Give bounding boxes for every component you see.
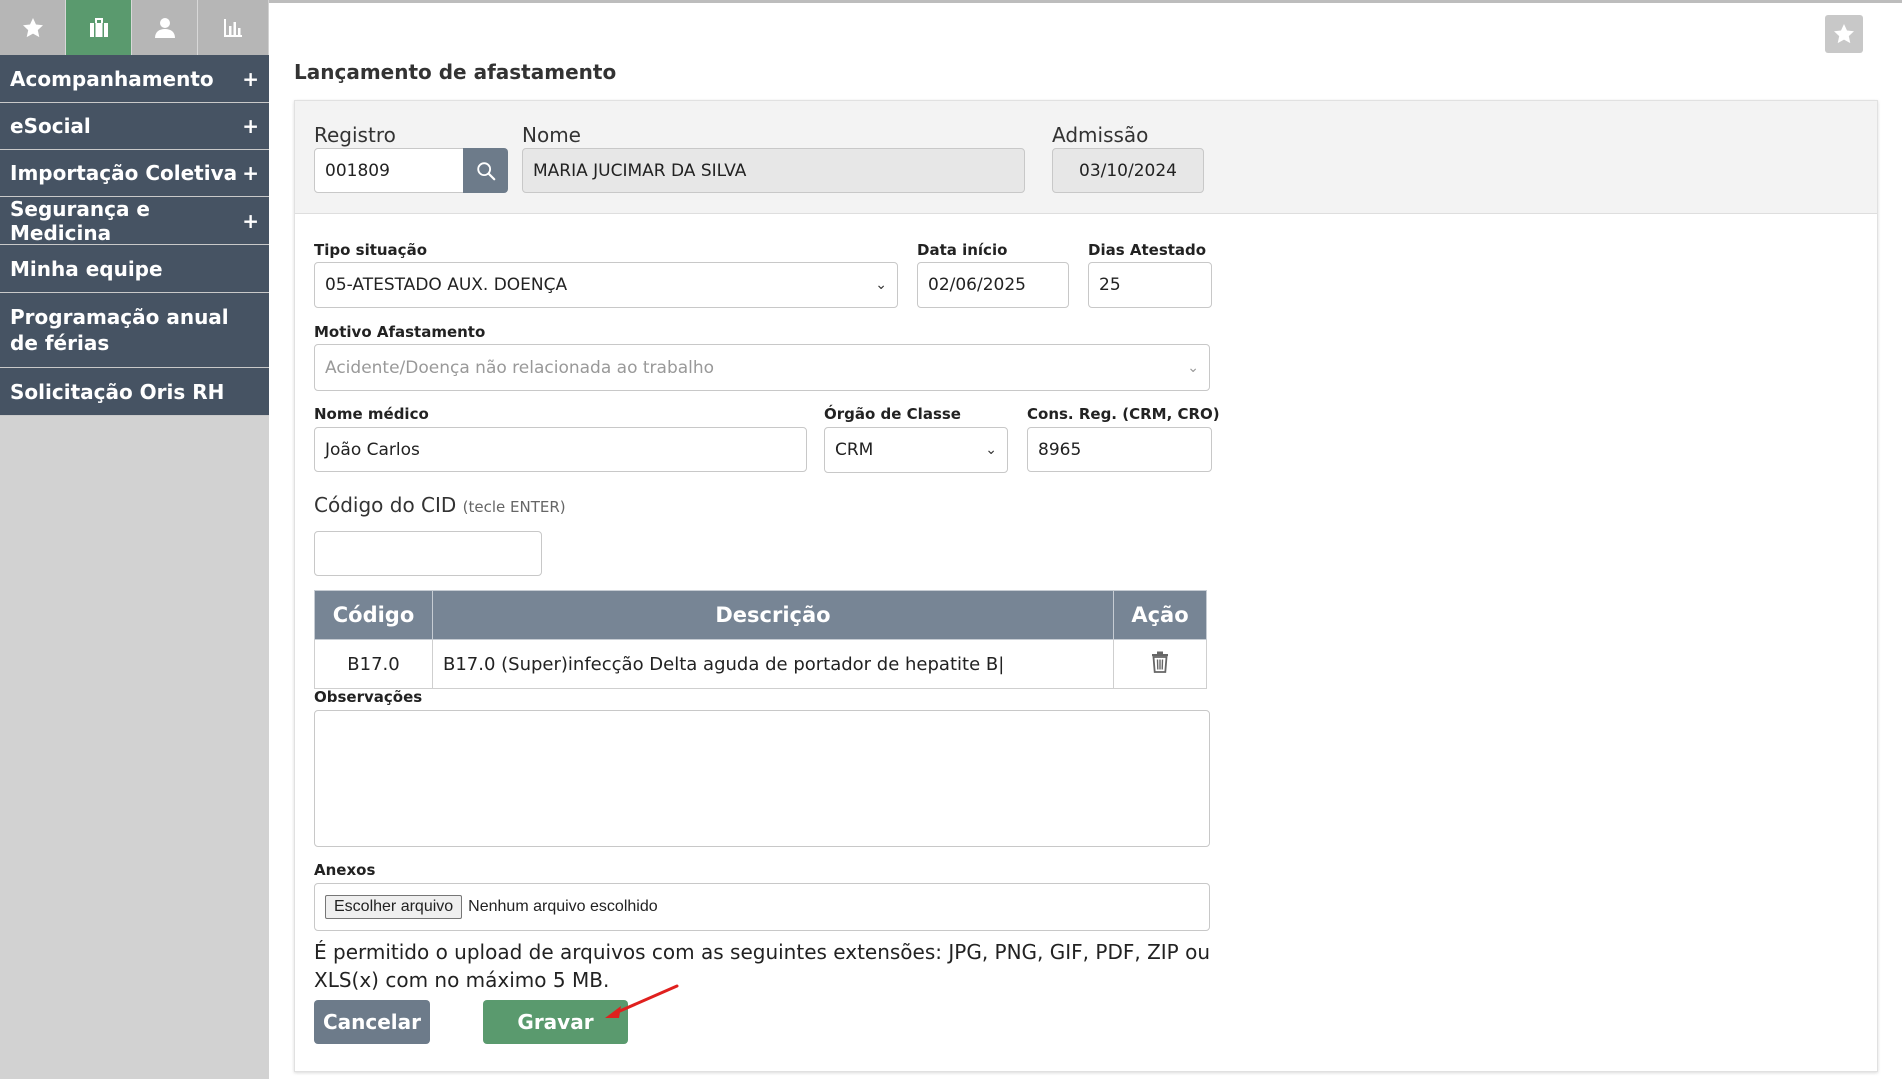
sidebar-item-label: eSocial bbox=[10, 114, 91, 138]
table-header-row: Código Descrição Ação bbox=[314, 590, 1207, 640]
registro-value: 001809 bbox=[325, 160, 390, 181]
tipo-situacao-value: 05-ATESTADO AUX. DOENÇA bbox=[325, 275, 568, 295]
file-upload-field: Escolher arquivo Nenhum arquivo escolhid… bbox=[314, 883, 1210, 931]
tab-user[interactable] bbox=[132, 0, 198, 55]
delete-row-button[interactable] bbox=[1113, 639, 1207, 689]
favorite-button[interactable] bbox=[1825, 15, 1863, 53]
motivo-value: Acidente/Doença não relacionada ao traba… bbox=[325, 357, 715, 378]
sidebar: Acompanhamento + eSocial + Importação Co… bbox=[0, 0, 269, 1079]
search-icon bbox=[476, 161, 495, 180]
sidebar-item-minha-equipe[interactable]: Minha equipe bbox=[0, 245, 269, 293]
upload-hint: É permitido o upload de arquivos com as … bbox=[314, 940, 1210, 992]
tipo-situacao-label: Tipo situação bbox=[314, 241, 427, 259]
motivo-label: Motivo Afastamento bbox=[314, 323, 486, 341]
expand-plus-icon: + bbox=[242, 66, 259, 91]
nome-medico-label: Nome médico bbox=[314, 405, 429, 423]
orgao-classe-value: CRM bbox=[835, 440, 874, 460]
sidebar-item-label: Importação Coletiva bbox=[10, 161, 238, 185]
sidebar-item-label: Minha equipe bbox=[10, 256, 163, 281]
sidebar-item-solicitacao-oris[interactable]: Solicitação Oris RH bbox=[0, 368, 269, 416]
chevron-down-icon: ⌄ bbox=[875, 277, 887, 293]
search-button[interactable] bbox=[463, 148, 508, 193]
sidebar-icon-tabs bbox=[0, 0, 269, 55]
motivo-select[interactable]: Acidente/Doença não relacionada ao traba… bbox=[314, 344, 1210, 391]
nome-value: MARIA JUCIMAR DA SILVA bbox=[533, 160, 747, 181]
cid-table: Código Descrição Ação B17.0 B17.0 (Super… bbox=[314, 590, 1207, 689]
column-header-descricao: Descrição bbox=[432, 590, 1114, 640]
sidebar-item-acompanhamento[interactable]: Acompanhamento + bbox=[0, 55, 269, 103]
expand-plus-icon: + bbox=[242, 114, 259, 138]
orgao-classe-label: Órgão de Classe bbox=[824, 405, 961, 423]
cid-hint: (tecle ENTER) bbox=[462, 498, 566, 516]
file-status: Nenhum arquivo escolhido bbox=[468, 898, 658, 915]
tab-briefcase[interactable] bbox=[66, 0, 132, 55]
sidebar-item-programacao-ferias[interactable]: Programação anual de férias bbox=[0, 293, 269, 368]
cancel-button[interactable]: Cancelar bbox=[314, 1000, 430, 1044]
observacoes-label: Observações bbox=[314, 688, 423, 706]
data-inicio-input[interactable]: 02/06/2025 bbox=[917, 262, 1069, 308]
nome-label: Nome bbox=[522, 123, 581, 147]
observacoes-textarea[interactable] bbox=[314, 710, 1210, 847]
admissao-value: 03/10/2024 bbox=[1079, 160, 1177, 181]
cell-codigo: B17.0 bbox=[314, 639, 433, 689]
cid-label-group: Código do CID (tecle ENTER) bbox=[314, 493, 566, 517]
sidebar-item-esocial[interactable]: eSocial + bbox=[0, 103, 269, 150]
column-header-codigo: Código bbox=[314, 590, 433, 640]
admissao-label: Admissão bbox=[1052, 123, 1149, 147]
tab-reports[interactable] bbox=[198, 0, 268, 55]
tab-favorites[interactable] bbox=[0, 0, 66, 55]
admissao-field: 03/10/2024 bbox=[1052, 148, 1204, 193]
annotation-arrow-icon bbox=[605, 984, 679, 1018]
cons-reg-input[interactable]: 8965 bbox=[1027, 427, 1212, 472]
sidebar-item-label: Solicitação Oris RH bbox=[10, 379, 225, 404]
nome-field: MARIA JUCIMAR DA SILVA bbox=[522, 148, 1025, 193]
tipo-situacao-select[interactable]: 05-ATESTADO AUX. DOENÇA ⌄ bbox=[314, 262, 898, 308]
sidebar-item-label: Programação anual de férias bbox=[10, 305, 229, 355]
nome-medico-value: João Carlos bbox=[325, 439, 420, 460]
sidebar-item-importacao-coletiva[interactable]: Importação Coletiva + bbox=[0, 150, 269, 197]
sidebar-item-label: Acompanhamento bbox=[10, 66, 214, 91]
trash-icon bbox=[1152, 651, 1168, 673]
column-header-acao: Ação bbox=[1113, 590, 1207, 640]
top-border bbox=[269, 0, 1902, 3]
star-icon bbox=[1834, 24, 1854, 44]
dias-atestado-input[interactable]: 25 bbox=[1088, 262, 1212, 308]
table-row: B17.0 B17.0 (Super)infecção Delta aguda … bbox=[314, 639, 1207, 689]
sidebar-item-seguranca-medicina[interactable]: Segurança e Medicina + bbox=[0, 197, 269, 245]
briefcase-icon bbox=[89, 17, 108, 37]
data-inicio-label: Data início bbox=[917, 241, 1008, 259]
chevron-down-icon: ⌄ bbox=[985, 442, 997, 458]
star-icon bbox=[22, 17, 43, 37]
chevron-down-icon: ⌄ bbox=[1187, 359, 1199, 376]
expand-plus-icon: + bbox=[242, 208, 259, 233]
page-title: Lançamento de afastamento bbox=[294, 60, 617, 84]
bar-chart-icon bbox=[224, 18, 242, 37]
cid-input[interactable] bbox=[314, 531, 542, 576]
nome-medico-input[interactable]: João Carlos bbox=[314, 427, 807, 472]
data-inicio-value: 02/06/2025 bbox=[928, 275, 1026, 295]
cell-descricao: B17.0 (Super)infecção Delta aguda de por… bbox=[432, 639, 1114, 689]
choose-file-button[interactable]: Escolher arquivo bbox=[325, 895, 463, 919]
dias-atestado-label: Dias Atestado bbox=[1088, 241, 1207, 259]
cons-reg-label: Cons. Reg. (CRM, CRO) bbox=[1027, 405, 1220, 423]
dias-atestado-value: 25 bbox=[1099, 275, 1121, 295]
user-icon bbox=[154, 17, 175, 38]
cons-reg-value: 8965 bbox=[1038, 439, 1082, 460]
registro-label: Registro bbox=[314, 123, 396, 147]
expand-plus-icon: + bbox=[242, 161, 259, 185]
orgao-classe-select[interactable]: CRM ⌄ bbox=[824, 427, 1008, 473]
anexos-label: Anexos bbox=[314, 861, 376, 879]
registro-input[interactable]: 001809 bbox=[314, 148, 464, 193]
cid-label: Código do CID bbox=[314, 493, 457, 517]
sidebar-item-label: Segurança e Medicina bbox=[10, 196, 150, 245]
